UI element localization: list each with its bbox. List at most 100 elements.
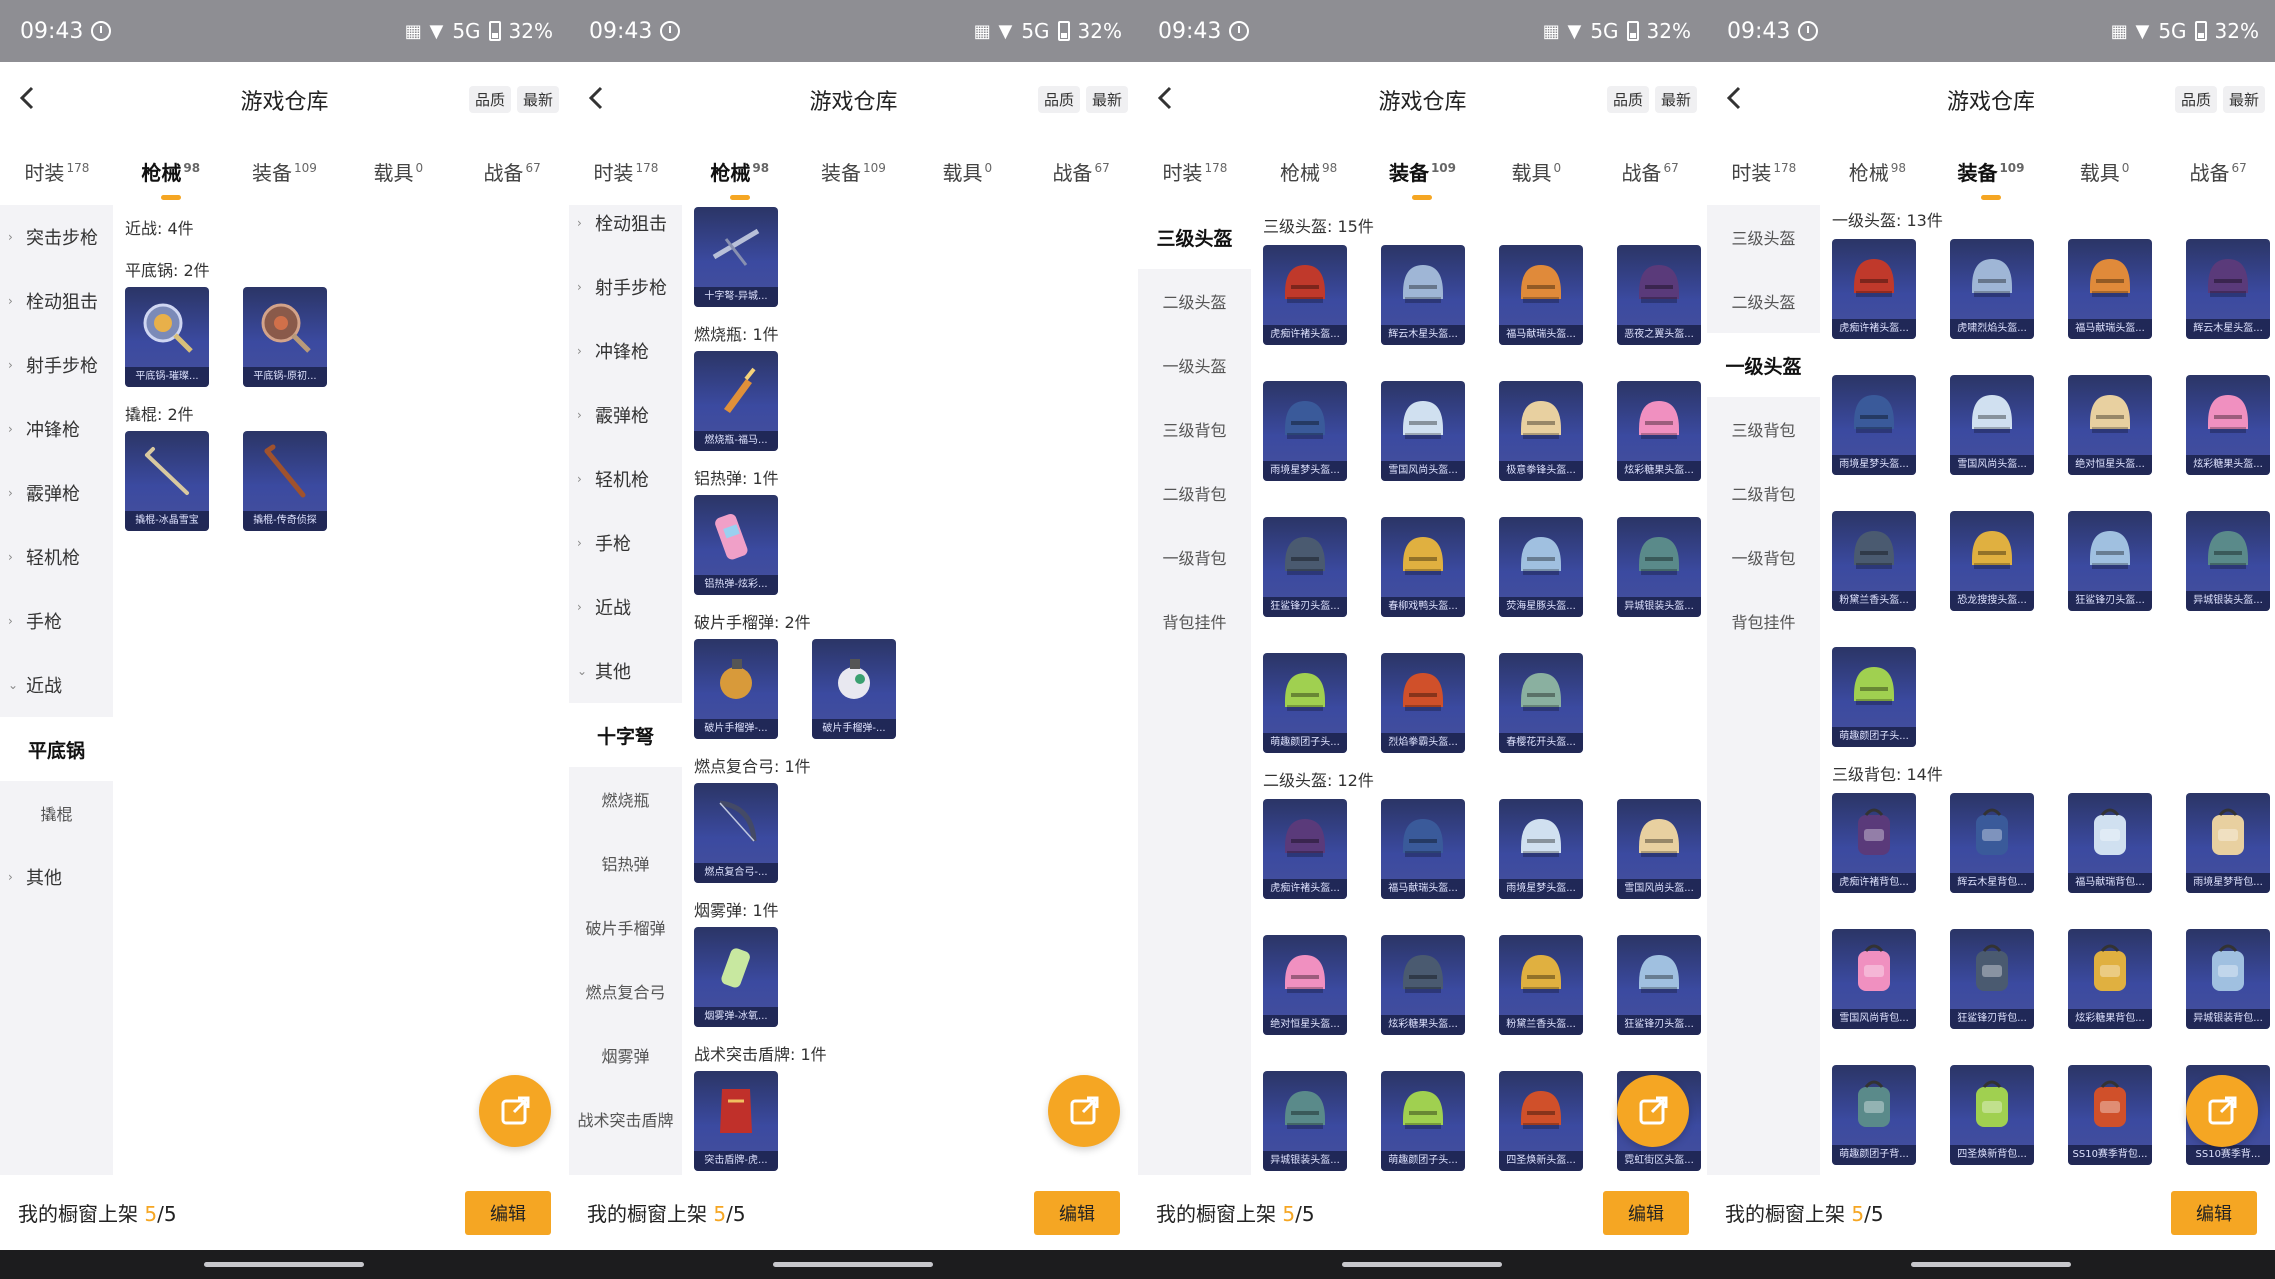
share-button[interactable] bbox=[479, 1075, 551, 1147]
item-card[interactable]: 福马献瑞头盔... bbox=[2068, 239, 2152, 339]
edit-button[interactable]: 编辑 bbox=[1603, 1191, 1689, 1235]
sidebar-item[interactable]: 三级背包 bbox=[1138, 397, 1251, 461]
item-card[interactable]: 福马献瑞头盔... bbox=[1499, 245, 1583, 345]
tab-supplies[interactable]: 战备 67 bbox=[1024, 157, 1138, 186]
back-arrow-icon[interactable] bbox=[583, 84, 611, 112]
sidebar-item[interactable]: › 霰弹枪 bbox=[569, 383, 682, 447]
sidebar-item[interactable]: ⌄ 其他 bbox=[569, 639, 682, 703]
item-card[interactable]: 狂鲨锋刃背包... bbox=[1950, 929, 2034, 1029]
sidebar-item[interactable]: 二级背包 bbox=[1707, 461, 1820, 525]
sidebar-item-selected[interactable]: 一级头盔 bbox=[1707, 333, 1820, 397]
sidebar-item[interactable]: › 冲锋枪 bbox=[0, 397, 113, 461]
item-card[interactable]: 粉黛兰香头盔... bbox=[1499, 935, 1583, 1035]
sidebar-item[interactable]: › 轻机枪 bbox=[0, 525, 113, 589]
item-card[interactable]: 烈焰拳霸头盔... bbox=[1381, 653, 1465, 753]
sidebar-item[interactable]: › 近战 bbox=[569, 575, 682, 639]
item-card[interactable]: 雪国风尚头盔... bbox=[1617, 799, 1701, 899]
sidebar-item[interactable]: › 轻机枪 bbox=[569, 447, 682, 511]
sidebar-item[interactable]: 一级背包 bbox=[1707, 525, 1820, 589]
item-card[interactable]: 突击盾牌-虎... bbox=[694, 1071, 778, 1171]
sort-quality-button[interactable]: 品质 bbox=[1606, 86, 1649, 113]
back-arrow-icon[interactable] bbox=[1721, 84, 1749, 112]
edit-button[interactable]: 编辑 bbox=[465, 1191, 551, 1235]
tab-vehicles[interactable]: 载具 0 bbox=[910, 157, 1024, 186]
sidebar-sub-item[interactable]: 燃点复合弓 bbox=[569, 959, 682, 1023]
sidebar-sub-item-selected[interactable]: 十字弩 bbox=[569, 703, 682, 767]
item-card[interactable]: 恶夜之翼头盔... bbox=[1617, 245, 1701, 345]
item-card[interactable]: 雨境星梦头盔... bbox=[1499, 799, 1583, 899]
item-card[interactable]: 恐龙搜搜头盔... bbox=[1950, 511, 2034, 611]
sort-quality-button[interactable]: 品质 bbox=[1037, 86, 1080, 113]
home-indicator[interactable] bbox=[1342, 1262, 1502, 1267]
sidebar-sub-item-selected[interactable]: 平底锅 bbox=[0, 717, 113, 781]
item-card[interactable]: 粉黛兰香头盔... bbox=[1832, 511, 1916, 611]
sidebar-sub-item[interactable]: 战术突击盾牌 bbox=[569, 1087, 682, 1151]
item-card[interactable]: 雪国风尚头盔... bbox=[1950, 375, 2034, 475]
sidebar-sub-item[interactable]: 烟雾弹 bbox=[569, 1023, 682, 1087]
share-button[interactable] bbox=[2186, 1075, 2258, 1147]
item-card[interactable]: 破片手榴弹-... bbox=[812, 639, 896, 739]
item-card[interactable]: 异城银装头盔... bbox=[1263, 1071, 1347, 1171]
sidebar-item[interactable]: › 突击步枪 bbox=[0, 205, 113, 269]
home-indicator[interactable] bbox=[204, 1262, 364, 1267]
sidebar-item[interactable]: › 射手步枪 bbox=[569, 255, 682, 319]
item-card[interactable]: 绝对恒星头盔... bbox=[2068, 375, 2152, 475]
item-card[interactable]: 辉云木星头盔... bbox=[1381, 245, 1465, 345]
item-card[interactable]: 炫彩糖果头盔... bbox=[1617, 381, 1701, 481]
item-card[interactable]: 荧海星豚头盔... bbox=[1499, 517, 1583, 617]
home-indicator[interactable] bbox=[1911, 1262, 2071, 1267]
sidebar-item[interactable]: 三级背包 bbox=[1707, 397, 1820, 461]
back-arrow-icon[interactable] bbox=[1152, 84, 1180, 112]
sidebar-sub-item[interactable]: 燃烧瓶 bbox=[569, 767, 682, 831]
sidebar-item[interactable]: › 其他 bbox=[0, 845, 113, 909]
item-card[interactable]: 撬棍-冰晶雪宝 bbox=[125, 431, 209, 531]
sidebar-item[interactable]: 二级头盔 bbox=[1138, 269, 1251, 333]
item-card[interactable]: 燃点复合弓-... bbox=[694, 783, 778, 883]
item-card[interactable]: 四圣焕新头盔... bbox=[1499, 1071, 1583, 1171]
sort-quality-button[interactable]: 品质 bbox=[468, 86, 511, 113]
item-card[interactable]: 狂鲨锋刃头盔... bbox=[1263, 517, 1347, 617]
item-card[interactable]: 破片手榴弹-... bbox=[694, 639, 778, 739]
item-card[interactable]: 虎痴许褚背包... bbox=[1832, 793, 1916, 893]
item-card[interactable]: 绝对恒星头盔... bbox=[1263, 935, 1347, 1035]
item-card[interactable]: 炫彩糖果头盔... bbox=[2186, 375, 2270, 475]
tab-supplies[interactable]: 战备 67 bbox=[2161, 157, 2275, 186]
sidebar-item[interactable]: › 手枪 bbox=[0, 589, 113, 653]
item-card[interactable]: 福马献瑞背包... bbox=[2068, 793, 2152, 893]
item-card[interactable]: 撬棍-传奇侦探 bbox=[243, 431, 327, 531]
item-card[interactable]: 四圣焕新背包... bbox=[1950, 1065, 2034, 1165]
item-card[interactable]: 萌趣颜团子头... bbox=[1263, 653, 1347, 753]
sidebar-item[interactable]: › 栓动狙击 bbox=[0, 269, 113, 333]
back-arrow-icon[interactable] bbox=[14, 84, 42, 112]
tab-supplies[interactable]: 战备 67 bbox=[1593, 157, 1707, 186]
tab-guns[interactable]: 枪械 98 bbox=[1821, 157, 1935, 186]
tab-outfits[interactable]: 时装 178 bbox=[569, 157, 683, 186]
item-card[interactable]: 虎啸烈焰头盔... bbox=[1950, 239, 2034, 339]
sidebar-item[interactable]: › 射手步枪 bbox=[0, 333, 113, 397]
tab-equipment[interactable]: 装备 109 bbox=[1934, 157, 2048, 200]
tab-vehicles[interactable]: 载具 0 bbox=[2048, 157, 2162, 186]
item-card[interactable]: 炫彩糖果头盔... bbox=[1381, 935, 1465, 1035]
item-card[interactable]: 平底锅-原初... bbox=[243, 287, 327, 387]
tab-vehicles[interactable]: 载具 0 bbox=[341, 157, 455, 186]
item-card[interactable]: 春樱花开头盔... bbox=[1499, 653, 1583, 753]
item-card[interactable]: 十字弩-异城... bbox=[694, 207, 778, 307]
edit-button[interactable]: 编辑 bbox=[1034, 1191, 1120, 1235]
tab-outfits[interactable]: 时装 178 bbox=[1707, 157, 1821, 186]
tab-equipment[interactable]: 装备 109 bbox=[228, 157, 342, 186]
sort-quality-button[interactable]: 品质 bbox=[2174, 86, 2217, 113]
item-card[interactable]: 异城银装背包... bbox=[2186, 929, 2270, 1029]
sidebar-sub-item[interactable]: 破片手榴弹 bbox=[569, 895, 682, 959]
item-card[interactable]: 萌趣颜团子头... bbox=[1381, 1071, 1465, 1171]
item-card[interactable]: 炫彩糖果背包... bbox=[2068, 929, 2152, 1029]
sort-latest-button[interactable]: 最新 bbox=[1085, 86, 1128, 113]
item-card[interactable]: 狂鲨锋刃头盔... bbox=[2068, 511, 2152, 611]
sort-latest-button[interactable]: 最新 bbox=[516, 86, 559, 113]
item-card[interactable]: 雨境星梦头盔... bbox=[1263, 381, 1347, 481]
sidebar-item[interactable]: ⌄ 近战 bbox=[0, 653, 113, 717]
item-card[interactable]: 雪国风尚头盔... bbox=[1381, 381, 1465, 481]
tab-guns[interactable]: 枪械 98 bbox=[114, 157, 228, 200]
item-card[interactable]: 极意拳锋头盔... bbox=[1499, 381, 1583, 481]
sort-latest-button[interactable]: 最新 bbox=[2222, 86, 2265, 113]
item-card[interactable]: 辉云木星背包... bbox=[1950, 793, 2034, 893]
